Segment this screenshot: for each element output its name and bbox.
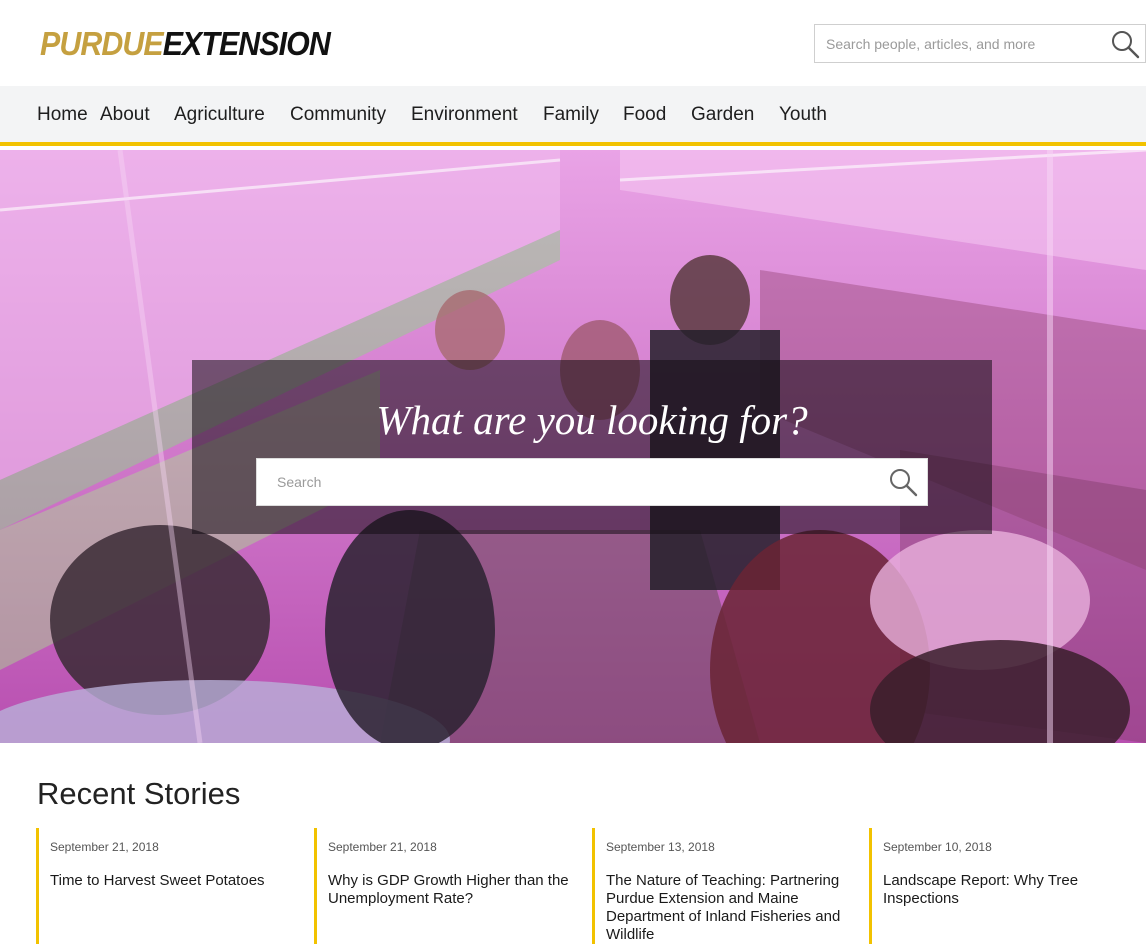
- hero-search-box: [256, 458, 928, 506]
- story-date: September 21, 2018: [50, 840, 159, 854]
- story-date: September 21, 2018: [328, 840, 437, 854]
- nav-item-about[interactable]: About: [100, 86, 150, 144]
- logo-word-purdue: PURDUE: [40, 25, 164, 62]
- nav-item-home[interactable]: Home: [37, 86, 88, 144]
- nav-item-community[interactable]: Community: [290, 86, 386, 144]
- story-date: September 13, 2018: [606, 840, 715, 854]
- story-date: September 10, 2018: [883, 840, 992, 854]
- nav-item-garden[interactable]: Garden: [691, 86, 754, 144]
- recent-stories-heading: Recent Stories: [37, 776, 241, 811]
- story-card[interactable]: September 21, 2018 Why is GDP Growth Hig…: [314, 828, 572, 944]
- hero-title: What are you looking for?: [376, 397, 808, 443]
- hero-search-input[interactable]: [257, 459, 877, 505]
- search-icon[interactable]: [1109, 29, 1141, 59]
- story-title-link[interactable]: Why is GDP Growth Higher than the Unempl…: [328, 872, 576, 908]
- header-search-box: [814, 24, 1146, 63]
- search-icon[interactable]: [887, 467, 919, 497]
- nav-item-agriculture[interactable]: Agriculture: [174, 86, 265, 144]
- hero-banner: What are you looking for?: [0, 150, 1146, 743]
- purdue-extension-logo[interactable]: PURDUEEXTENSION: [40, 24, 331, 64]
- logo-word-extension: EXTENSION: [162, 25, 331, 62]
- story-card[interactable]: September 21, 2018 Time to Harvest Sweet…: [36, 828, 294, 944]
- nav-item-family[interactable]: Family: [543, 86, 599, 144]
- story-card[interactable]: September 13, 2018 The Nature of Teachin…: [592, 828, 850, 944]
- header-search-input[interactable]: [815, 25, 1105, 62]
- nav-item-youth[interactable]: Youth: [779, 86, 827, 144]
- nav-item-environment[interactable]: Environment: [411, 86, 518, 144]
- story-card[interactable]: September 10, 2018 Landscape Report: Why…: [869, 828, 1127, 944]
- main-navigation: Home About Agriculture Community Environ…: [0, 86, 1146, 146]
- story-title-link[interactable]: Landscape Report: Why Tree Inspections: [883, 872, 1131, 908]
- story-title-link[interactable]: Time to Harvest Sweet Potatoes: [50, 872, 298, 890]
- hero-search-panel: What are you looking for?: [192, 360, 992, 534]
- site-header: PURDUEEXTENSION: [0, 0, 1146, 86]
- story-title-link[interactable]: The Nature of Teaching: Partnering Purdu…: [606, 872, 854, 944]
- nav-item-food[interactable]: Food: [623, 86, 666, 144]
